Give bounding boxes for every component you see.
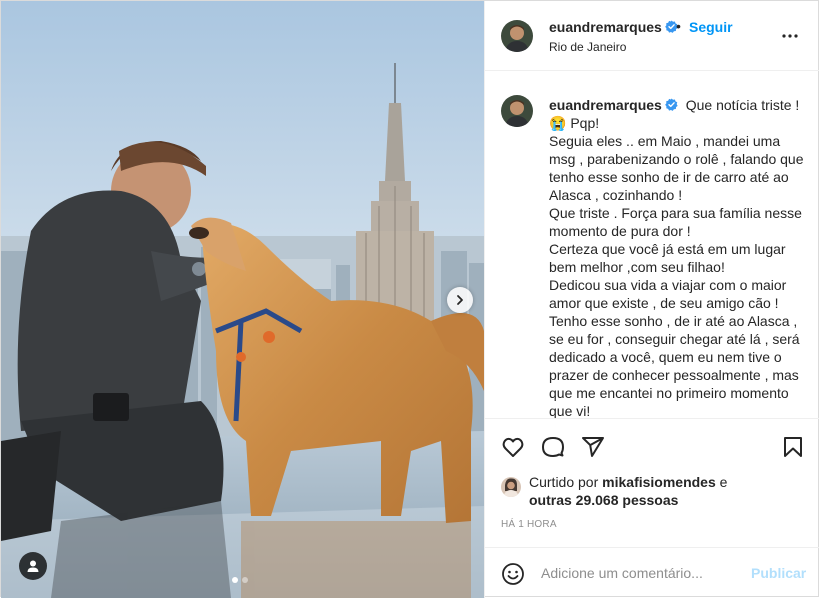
- heart-icon[interactable]: [501, 435, 525, 459]
- post-caption: euandremarques Que notícia triste ! 😭 Pq…: [549, 96, 809, 418]
- caption-text: Tenho esse sonho , de ir até ao Alasca ,…: [549, 313, 800, 418]
- carousel-next-button[interactable]: [447, 287, 473, 313]
- likes-connector: e: [719, 474, 728, 490]
- avatar-image: [501, 20, 533, 52]
- post-photo: [1, 1, 484, 598]
- post-timestamp[interactable]: HÁ 1 HORA: [501, 519, 557, 530]
- verified-badge-icon: [665, 98, 678, 111]
- follow-button[interactable]: Seguir: [689, 19, 733, 35]
- carousel-indicator: [232, 577, 248, 583]
- paper-plane-icon[interactable]: [581, 435, 605, 459]
- caption-text: Certeza que você já está em um lugar bem…: [549, 241, 786, 275]
- author-username-text[interactable]: euandremarques: [549, 19, 662, 35]
- liker-avatar[interactable]: [501, 477, 521, 497]
- carousel-dot-active: [232, 577, 238, 583]
- tagged-users-button[interactable]: [19, 552, 47, 580]
- author-avatar[interactable]: [501, 20, 533, 52]
- comment-input[interactable]: [541, 561, 741, 585]
- author-username[interactable]: euandremarques: [549, 19, 678, 35]
- caption-username[interactable]: euandremarques: [549, 97, 678, 113]
- comment-icon[interactable]: [541, 435, 565, 459]
- chevron-right-icon: [457, 295, 463, 305]
- caption-text: Que triste . Força para sua família ness…: [549, 205, 802, 239]
- comment-bar: Publicar: [485, 547, 819, 598]
- caption-text: Que notícia triste !: [685, 97, 800, 113]
- emoji-icon[interactable]: [501, 562, 525, 586]
- caption-line-first: euandremarques Que notícia triste !: [549, 96, 809, 114]
- publish-button[interactable]: Publicar: [751, 565, 806, 581]
- post-location[interactable]: Rio de Janeiro: [549, 40, 626, 54]
- post-media[interactable]: [1, 1, 484, 598]
- user-tag-icon: [27, 560, 39, 572]
- liker-username[interactable]: mikafisiomendes: [602, 474, 716, 490]
- caption-text: Dedicou sua vida a viajar com o maior am…: [549, 277, 787, 311]
- separator-bullet: •: [676, 18, 681, 34]
- caption-text: Seguia eles .. em Maio , mandei uma msg …: [549, 133, 804, 203]
- likes-text: Curtido por mikafisiomendes e outras 29.…: [529, 473, 809, 509]
- post-header: euandremarques • Seguir Rio de Janeiro: [485, 1, 819, 71]
- post-sidebar: euandremarques • Seguir Rio de Janeiro e…: [484, 1, 819, 598]
- caption-text: 😭 Pqp!: [549, 115, 600, 131]
- bookmark-icon[interactable]: [781, 435, 805, 459]
- avatar-image: [501, 95, 533, 127]
- caption-username-text[interactable]: euandremarques: [549, 97, 662, 113]
- carousel-dot: [242, 577, 248, 583]
- action-bar: [485, 418, 819, 474]
- post-dialog: euandremarques • Seguir Rio de Janeiro e…: [0, 0, 819, 598]
- avatar-image: [501, 477, 521, 497]
- likes-prefix: Curtido por: [529, 474, 599, 490]
- likes-count-link[interactable]: outras 29.068 pessoas: [529, 492, 678, 508]
- more-options-icon[interactable]: [781, 28, 799, 44]
- caption-author-avatar[interactable]: [501, 95, 533, 127]
- comments-section[interactable]: euandremarques Que notícia triste ! 😭 Pq…: [485, 72, 819, 418]
